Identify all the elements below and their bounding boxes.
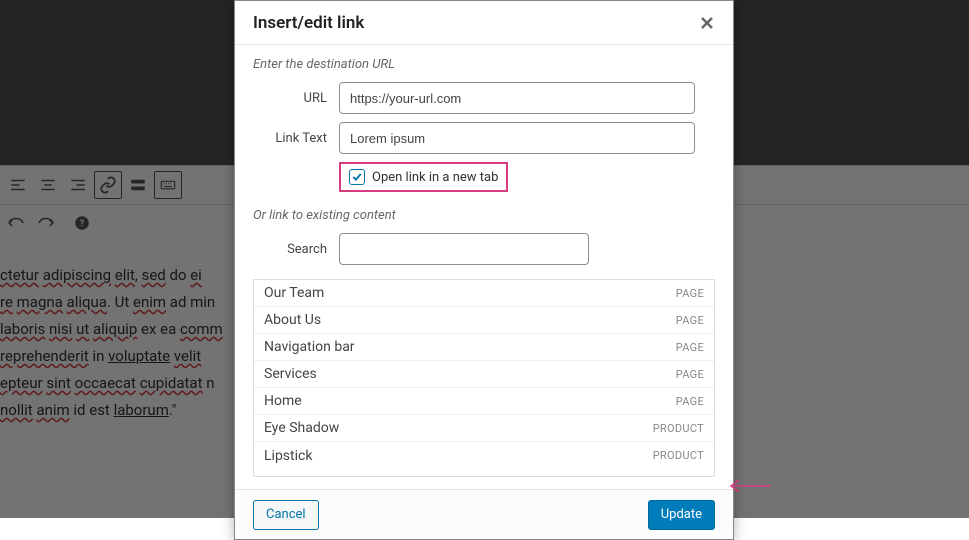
result-name: Home	[264, 393, 302, 409]
update-button[interactable]: Update	[648, 500, 715, 530]
url-input[interactable]	[339, 82, 695, 114]
result-name: Eye Shadow	[264, 420, 339, 436]
insert-link-dialog: Insert/edit link Enter the destination U…	[234, 0, 734, 540]
result-type: PAGE	[676, 314, 704, 327]
result-type: PAGE	[676, 368, 704, 381]
result-name: Our Team	[264, 285, 324, 301]
dialog-header: Insert/edit link	[235, 1, 733, 45]
newtab-highlight: Open link in a new tab	[339, 162, 508, 192]
result-item[interactable]: Eye Shadow PRODUCT	[254, 415, 714, 442]
result-name: Services	[264, 366, 317, 382]
dialog-title: Insert/edit link	[253, 13, 364, 33]
cancel-button[interactable]: Cancel	[253, 500, 319, 530]
result-item[interactable]: Our Team PAGE	[254, 280, 714, 307]
destination-hint: Enter the destination URL	[253, 57, 715, 72]
existing-content-hint: Or link to existing content	[253, 208, 715, 223]
result-type: PRODUCT	[653, 422, 704, 435]
result-type: PAGE	[676, 287, 704, 300]
newtab-checkbox[interactable]	[349, 169, 365, 185]
result-type: PRODUCT	[653, 449, 704, 462]
result-name: About Us	[264, 312, 321, 328]
linktext-input[interactable]	[339, 122, 695, 154]
result-item[interactable]: Lipstick PRODUCT	[254, 442, 714, 469]
result-name: Lipstick	[264, 448, 312, 464]
dialog-footer: Cancel Update	[235, 489, 733, 539]
linktext-label: Link Text	[253, 131, 339, 146]
result-item[interactable]: Home PAGE	[254, 388, 714, 415]
result-item[interactable]: Services PAGE	[254, 361, 714, 388]
result-name: Navigation bar	[264, 339, 355, 355]
search-label: Search	[253, 242, 339, 257]
result-type: PAGE	[676, 341, 704, 354]
dialog-body: Enter the destination URL URL Link Text …	[235, 45, 733, 489]
link-results-list: Our Team PAGE About Us PAGE Navigation bar PA…	[253, 279, 715, 477]
annotation-arrow-icon	[727, 477, 771, 499]
close-icon[interactable]	[695, 11, 719, 35]
search-input[interactable]	[339, 233, 589, 265]
result-item[interactable]: Navigation bar PAGE	[254, 334, 714, 361]
result-item[interactable]: About Us PAGE	[254, 307, 714, 334]
newtab-label: Open link in a new tab	[372, 170, 498, 185]
url-label: URL	[253, 91, 339, 106]
result-type: PAGE	[676, 395, 704, 408]
